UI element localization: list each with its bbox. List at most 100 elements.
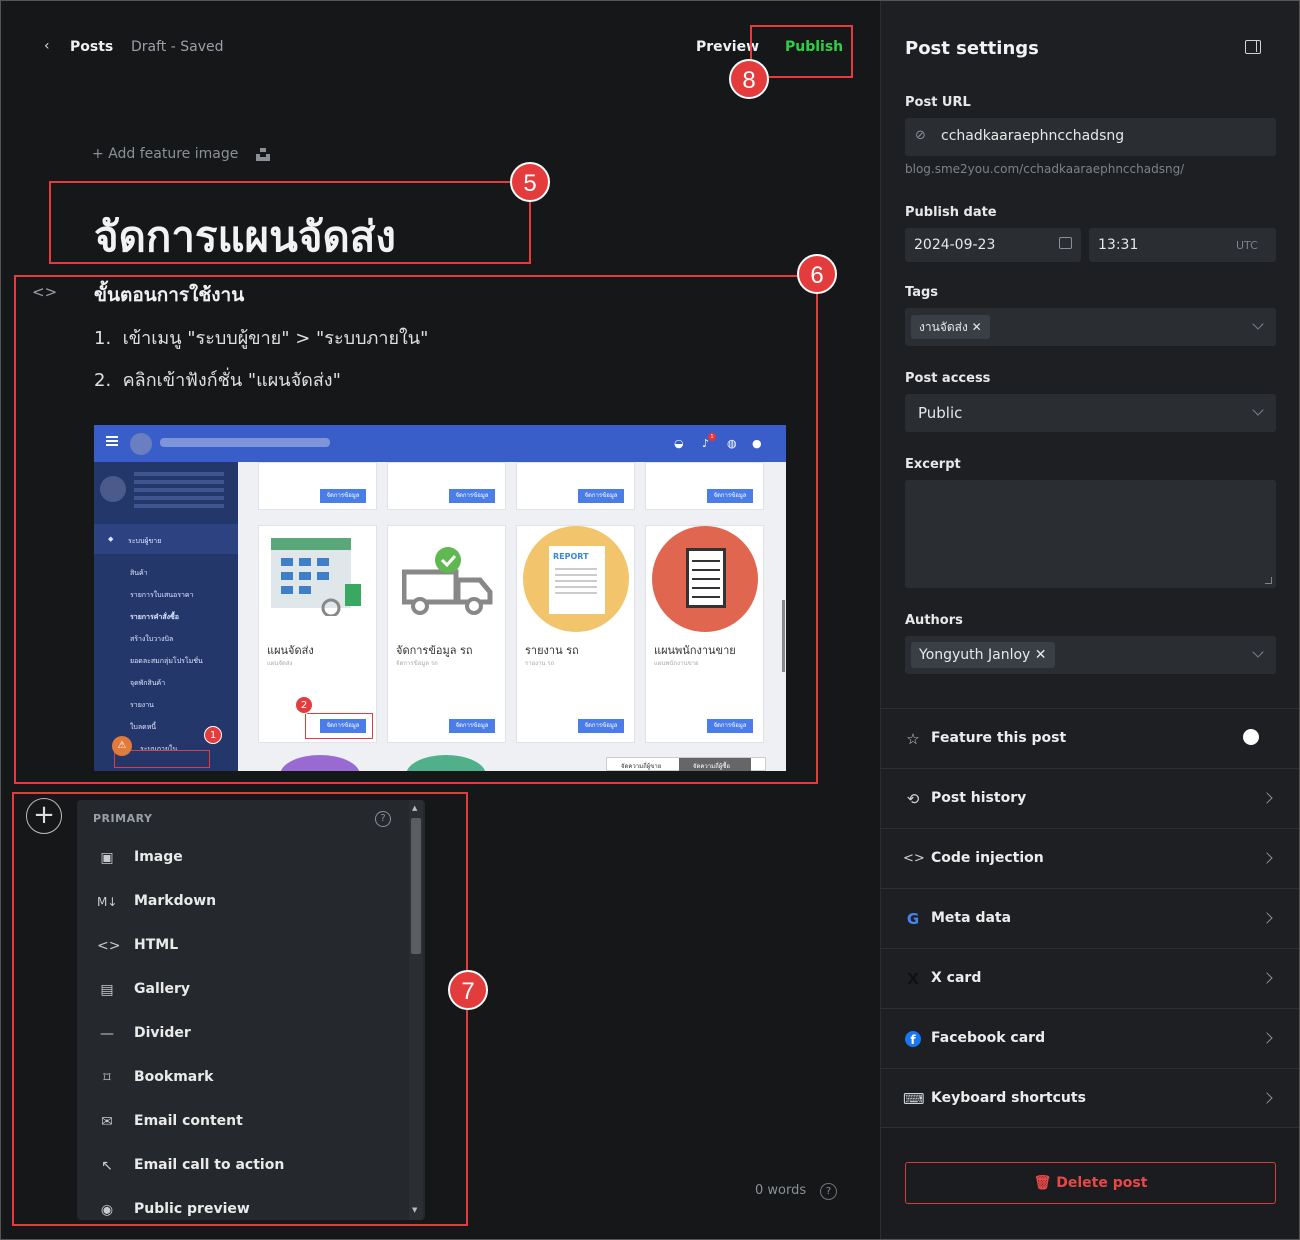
menu-item-html[interactable]: <> HTML (77, 924, 407, 968)
annotation-marker-6: 6 (797, 254, 837, 294)
screenshot-footer-tab: จัดความถี่ผู้ซื้อ (679, 758, 751, 771)
screenshot-card-partial (406, 755, 486, 771)
back-chevron-icon[interactable]: ‹ (44, 38, 50, 54)
chevron-down-icon[interactable] (1252, 318, 1264, 330)
link-icon: ⊘ (915, 128, 926, 143)
chevron-down-icon[interactable] (1252, 646, 1264, 658)
post-url-value: cchadkaaraephncchadsng (941, 128, 1125, 144)
resize-handle-icon[interactable] (1265, 577, 1272, 584)
authors-label: Authors (905, 613, 963, 628)
feature-post-row[interactable]: ☆ Feature this post (881, 708, 1300, 768)
screenshot-nav-item: ระบบผู้ขาย (128, 537, 162, 545)
author-chip-label: Yongyuth Janloy (919, 647, 1031, 663)
menu-item-label: Bookmark (134, 1069, 214, 1085)
embedded-screenshot[interactable]: ◒ ♪ 1 ◍ ● ◆ ระบบผู้ขาย สินค้า รายการใบเส… (94, 425, 786, 771)
screenshot-card-button: จัดการข้อมูล (707, 719, 753, 733)
menu-item-markdown[interactable]: M↓ Markdown (77, 880, 407, 924)
delete-post-button[interactable]: 🗑 Delete post (905, 1162, 1276, 1204)
post-title[interactable]: จัดการแผนจัดส่ง (94, 204, 396, 270)
chevron-right-icon (1261, 792, 1273, 804)
scroll-up-arrow-icon[interactable]: ▲ (412, 804, 417, 812)
menu-item-email-content[interactable]: ✉ Email content (77, 1100, 407, 1144)
post-access-value: Public (918, 404, 963, 422)
step-item[interactable]: 2. คลิกเข้าฟังก์ชั่น "แผนจัดส่ง" (94, 365, 341, 394)
menu-item-public-preview[interactable]: ◉ Public preview (77, 1188, 407, 1220)
sidebar-toggle-icon[interactable] (1245, 40, 1261, 54)
menu-item-bookmark[interactable]: ⌑ Bookmark (77, 1056, 407, 1100)
remove-author-icon[interactable]: ✕ (1035, 647, 1047, 663)
publish-time-value: 13:31 (1098, 237, 1139, 253)
menu-item-email-cta[interactable]: ↖ Email call to action (77, 1144, 407, 1188)
html-card-code-icon[interactable]: <> (32, 283, 57, 301)
trash-icon: 🗑 (1033, 1175, 1052, 1191)
menu-item-divider[interactable]: — Divider (77, 1012, 407, 1056)
truck-icon (401, 546, 494, 616)
menu-item-gallery[interactable]: ▤ Gallery (77, 968, 407, 1012)
content-heading[interactable]: ขั้นตอนการใช้งาน (94, 280, 244, 310)
blurred-company-name (160, 438, 330, 447)
add-card-plus-button[interactable]: + (26, 798, 62, 834)
blurred-profile (134, 472, 224, 512)
menu-item-image[interactable]: ▣ Image (77, 836, 407, 880)
excerpt-label: Excerpt (905, 457, 961, 472)
x-card-row[interactable]: X X card (881, 948, 1300, 1008)
post-access-select[interactable]: Public (905, 394, 1276, 432)
tag-chip-label: งานจัดส่ง (919, 320, 968, 334)
row-label: Meta data (931, 910, 1012, 926)
calendar-icon[interactable] (1059, 237, 1072, 249)
tags-label: Tags (905, 285, 939, 300)
screenshot-card-title: แผนจัดส่ง (267, 644, 314, 657)
calendar-gear-icon (271, 534, 363, 618)
keyboard-shortcuts-row[interactable]: ⌨ Keyboard shortcuts (881, 1068, 1300, 1128)
screenshot-card-title: จัดการข้อมูล รถ (396, 644, 473, 657)
publish-date-input[interactable]: 2024-09-23 (905, 228, 1081, 262)
screenshot-card-button: จัดการข้อมูล (578, 489, 624, 503)
menu-section-title: PRIMARY (93, 812, 153, 825)
row-label: X card (931, 970, 982, 986)
menu-item-label: HTML (134, 937, 179, 953)
screenshot-card-button: จัดการข้อมูล (320, 489, 366, 503)
screenshot-card-button: จัดการข้อมูล (578, 719, 624, 733)
facebook-card-row[interactable]: f Facebook card (881, 1008, 1300, 1068)
x-icon: X (907, 970, 919, 988)
publish-time-input[interactable]: 13:31 UTC (1089, 228, 1276, 262)
scroll-down-arrow-icon[interactable]: ▼ (412, 1206, 417, 1214)
screenshot-sidebar: ◆ ระบบผู้ขาย สินค้า รายการใบเสนอราคา ราย… (94, 462, 238, 771)
chevron-right-icon (1261, 1092, 1273, 1104)
envelope-icon: ✉ (101, 1114, 113, 1130)
chevron-right-icon (1261, 1032, 1273, 1044)
row-label: Facebook card (931, 1030, 1046, 1046)
screenshot-card-title: แผนพนักงานขาย (654, 644, 736, 657)
add-feature-image-button[interactable]: + Add feature image (92, 146, 238, 162)
screenshot-card-button: จัดการข้อมูล (707, 489, 753, 503)
meta-data-row[interactable]: G Meta data (881, 888, 1300, 948)
code-injection-row[interactable]: <> Code injection (881, 828, 1300, 888)
help-icon[interactable]: ? (375, 811, 391, 827)
authors-input[interactable]: Yongyuth Janloy ✕ (905, 636, 1276, 674)
screenshot-nav-item: ยอดละสมกลุ่มโปรโมชั่น (130, 657, 203, 665)
word-count: 0 words (755, 1183, 807, 1198)
menu-scrollbar-thumb[interactable] (411, 818, 421, 954)
author-chip[interactable]: Yongyuth Janloy ✕ (911, 642, 1055, 668)
screenshot-app-bar: ◒ ♪ 1 ◍ ● (94, 425, 786, 462)
post-url-input[interactable]: ⊘ cchadkaaraephncchadsng (905, 118, 1276, 156)
image-icon: ▣ (100, 850, 114, 866)
screenshot-nav-item: รายการใบเสนอราคา (130, 591, 194, 599)
avatar (130, 433, 152, 455)
posts-breadcrumb-link[interactable]: Posts (70, 39, 113, 55)
remove-tag-icon[interactable]: ✕ (972, 320, 982, 334)
help-icon[interactable]: ? (820, 1183, 837, 1200)
screenshot-card-button: จัดการข้อมูล (449, 489, 495, 503)
annotation-marker-5: 5 (510, 162, 550, 202)
excerpt-textarea[interactable] (905, 480, 1276, 588)
tags-input[interactable]: งานจัดส่ง ✕ (905, 308, 1276, 346)
post-history-row[interactable]: ⟲ Post history (881, 768, 1300, 828)
tag-chip[interactable]: งานจัดส่ง ✕ (911, 315, 990, 339)
unsplash-icon[interactable] (256, 146, 270, 161)
publish-date-label: Publish date (905, 205, 997, 220)
editor-pane: ‹ Posts Draft - Saved Preview Publish 8 … (0, 0, 880, 1240)
menu-item-label: Gallery (134, 981, 191, 997)
screenshot-nav-item: ใบลดหนี้ (130, 723, 157, 731)
feature-toggle[interactable] (1243, 729, 1259, 745)
step-item[interactable]: 1. เข้าเมนู "ระบบผู้ขาย" > "ระบบภายใน" (94, 323, 428, 352)
